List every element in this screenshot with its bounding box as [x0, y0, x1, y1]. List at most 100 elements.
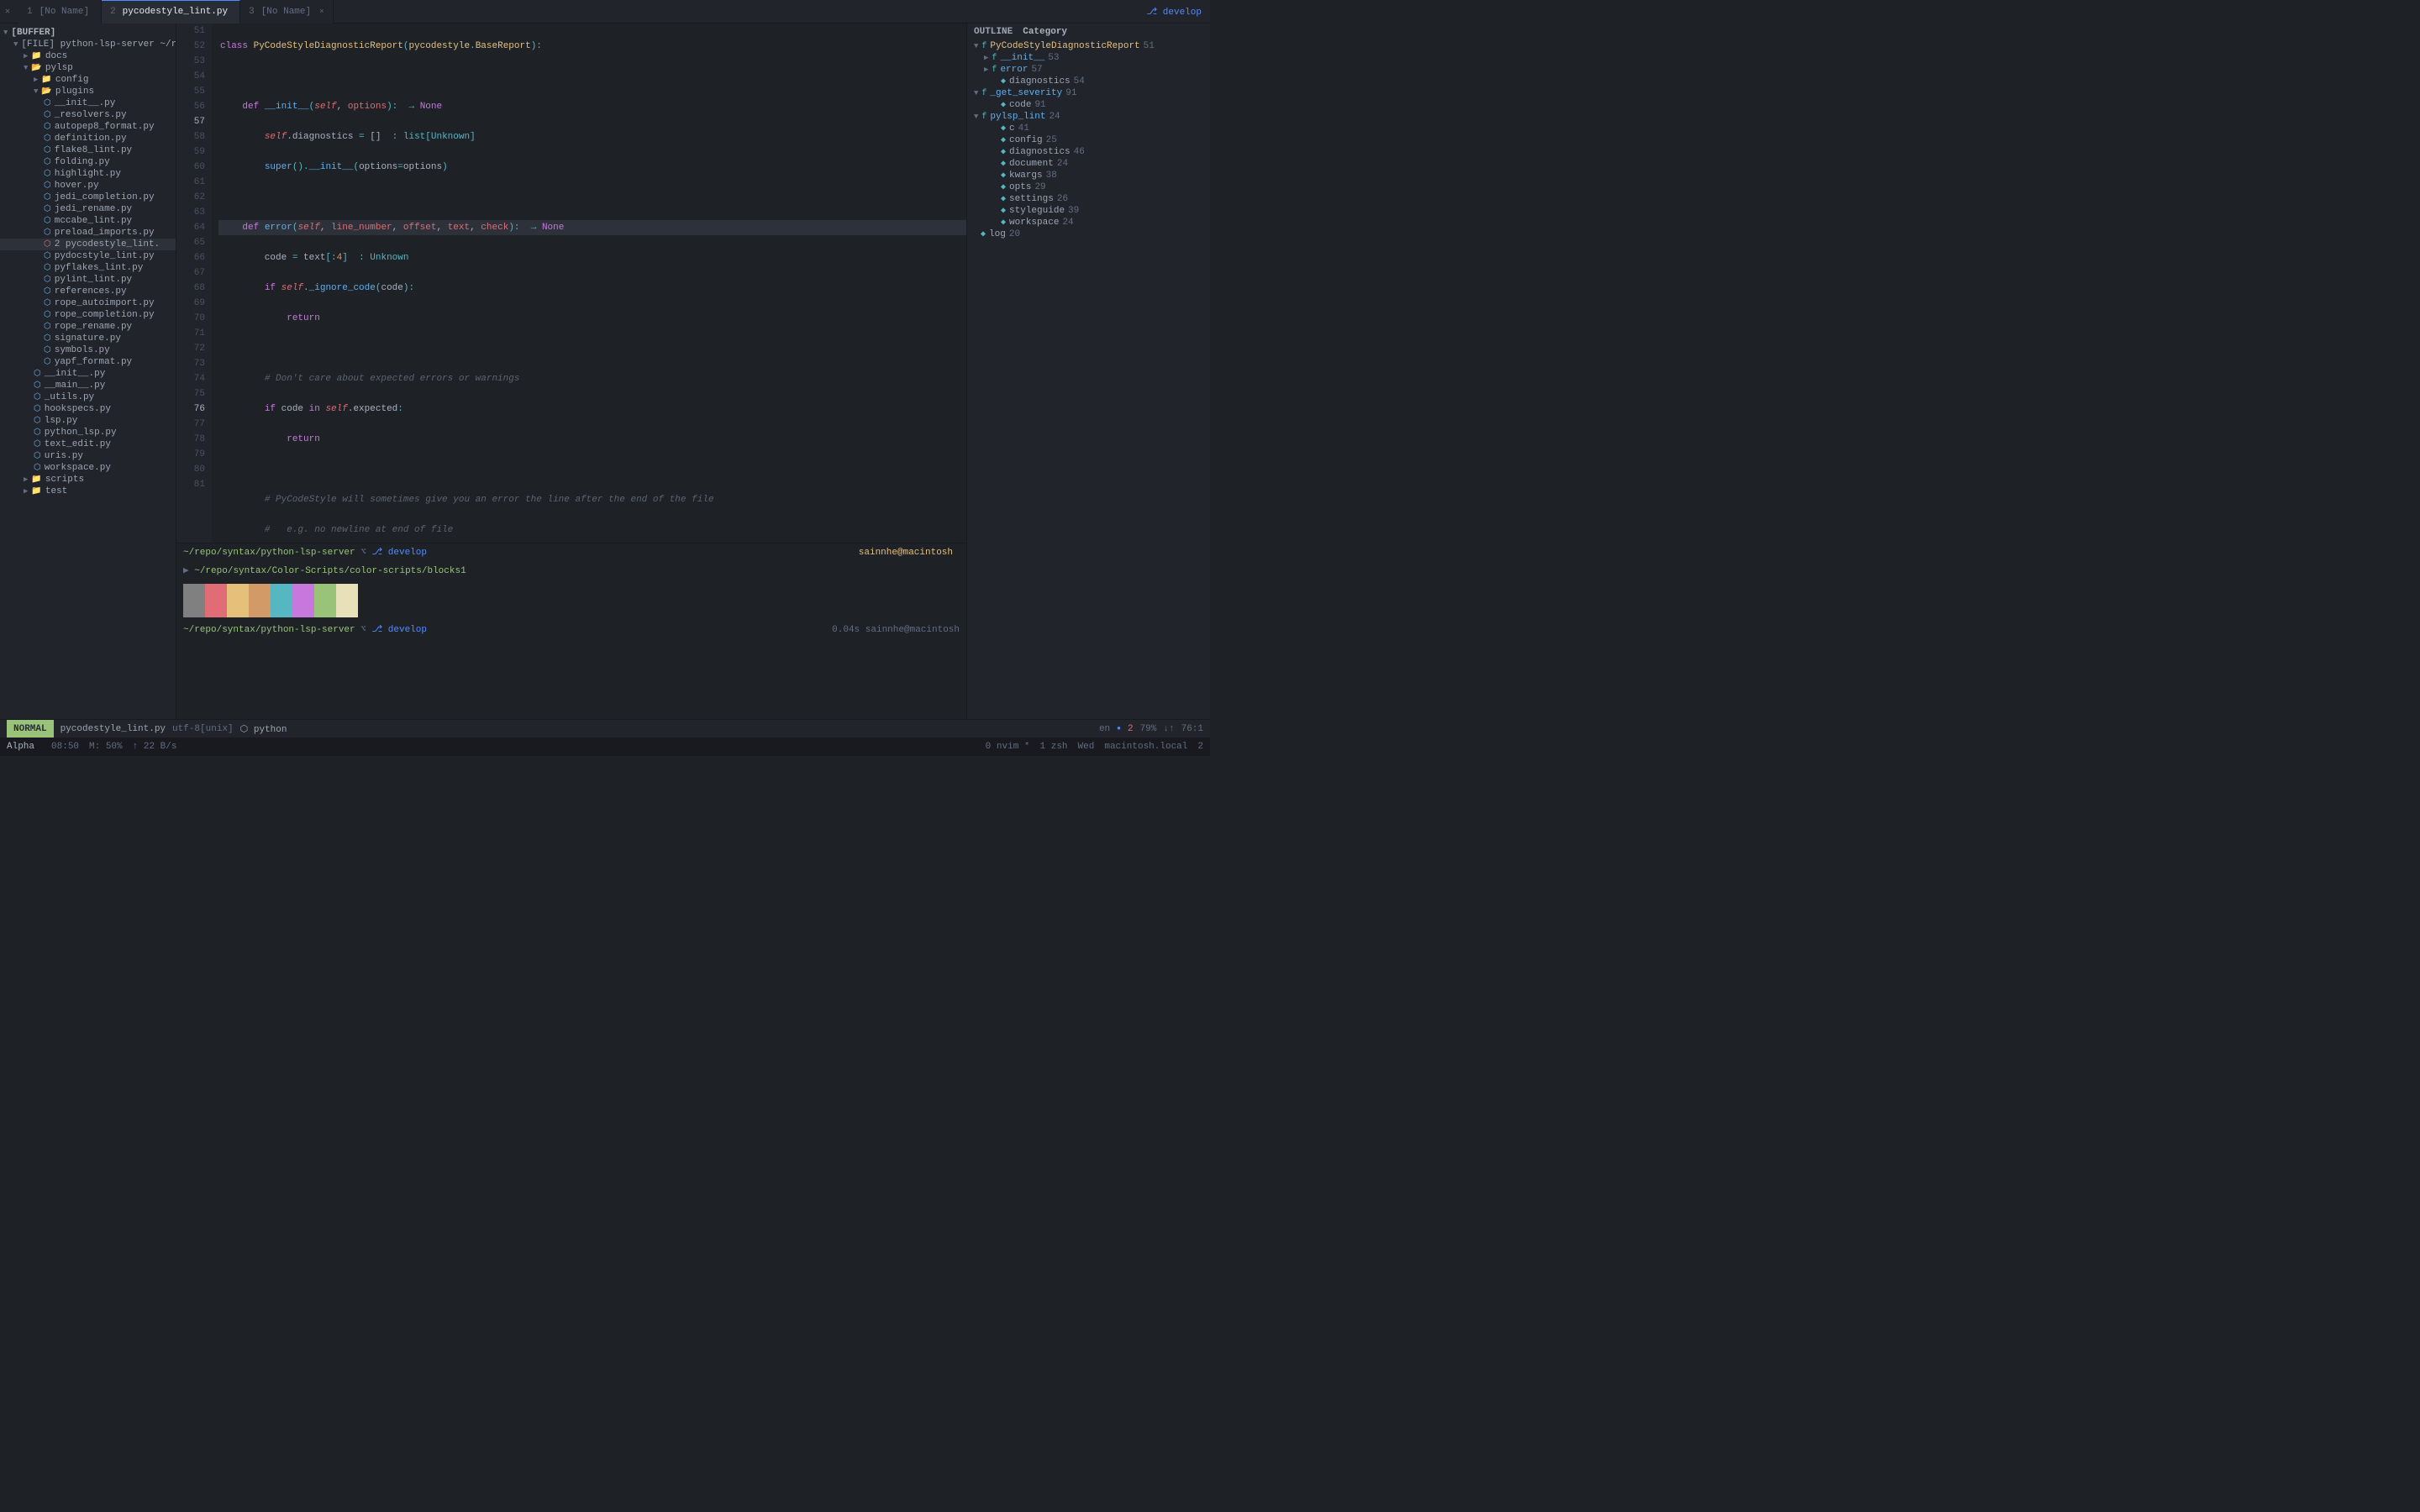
sidebar-config[interactable]: ▶ 📁 config	[0, 74, 176, 86]
outline-item-code[interactable]: ◆ code 91	[967, 99, 1210, 111]
sidebar-text-edit[interactable]: ⬡ text_edit.py	[0, 438, 176, 450]
init-file-icon: ⬡	[44, 98, 51, 108]
outline-type-init: f	[992, 54, 997, 63]
term-branch-1: ⎇	[371, 548, 382, 558]
outline-item-diagnostics2[interactable]: ◆ diagnostics 46	[967, 146, 1210, 158]
sidebar-python-lsp[interactable]: ⬡ python_lsp.py	[0, 427, 176, 438]
session-label: zsh	[1051, 742, 1068, 752]
sidebar-test[interactable]: ▶ 📁 test	[0, 486, 176, 497]
sidebar-pydocstyle[interactable]: ⬡ pydocstyle_lint.py	[0, 250, 176, 262]
code-content[interactable]: class PyCodeStyleDiagnosticReport(pycode…	[212, 24, 966, 543]
outline-item-c[interactable]: ◆ c 41	[967, 123, 1210, 134]
color-block-1	[205, 584, 227, 617]
outline-type-code: ◆	[1001, 100, 1006, 110]
status-dot: ●	[1117, 725, 1121, 732]
code-line-67: # e.g. no newline at end of file	[218, 522, 966, 538]
outline-header: OUTLINE Category	[967, 24, 1210, 40]
sidebar-pylsp[interactable]: ▼ 📂 pylsp	[0, 62, 176, 74]
sidebar-jedi-completion[interactable]: ⬡ jedi_completion.py	[0, 192, 176, 203]
sidebar-highlight[interactable]: ⬡ highlight.py	[0, 168, 176, 180]
sidebar-buffer: ▼ [BUFFER]	[0, 27, 176, 39]
main-layout: ▼ [BUFFER] ▼ [FILE] python-lsp-server ~/…	[0, 24, 1210, 719]
sidebar-hookspecs[interactable]: ⬡ hookspecs.py	[0, 403, 176, 415]
outline-item-log[interactable]: ◆ log 20	[967, 228, 1210, 240]
outline-item-pycode[interactable]: ▼ f PyCodeStyleDiagnosticReport 51	[967, 40, 1210, 52]
outline-name-error: error	[1000, 65, 1028, 75]
code-line-57: def error(self, line_number, offset, tex…	[218, 220, 966, 235]
outline-item-diagnostics[interactable]: ◆ diagnostics 54	[967, 76, 1210, 87]
terminal-line-3: ~/repo/syntax/python-lsp-server ⌥ ⎇ deve…	[176, 621, 966, 639]
rope-autoimport-file-icon: ⬡	[44, 298, 51, 308]
color-blocks	[176, 580, 966, 621]
rope-completion-label: rope_completion.py	[55, 310, 155, 320]
sidebar-jedi-rename[interactable]: ⬡ jedi_rename.py	[0, 203, 176, 215]
references-file-icon: ⬡	[44, 286, 51, 297]
flake8-file-icon: ⬡	[44, 145, 51, 155]
lang-name: python	[254, 725, 287, 735]
outline-name-diag2: diagnostics	[1009, 147, 1071, 157]
sidebar-pylint[interactable]: ⬡ pylint_lint.py	[0, 274, 176, 286]
sidebar-file[interactable]: ▼ [FILE] python-lsp-server ~/r	[0, 39, 176, 50]
sidebar-references[interactable]: ⬡ references.py	[0, 286, 176, 297]
sidebar-definition[interactable]: ⬡ definition.py	[0, 133, 176, 144]
sidebar-scripts[interactable]: ▶ 📁 scripts	[0, 474, 176, 486]
sidebar-pycodestyle[interactable]: ⬡ 2 pycodestyle_lint.	[0, 239, 176, 250]
sidebar-rope-rename[interactable]: ⬡ rope_rename.py	[0, 321, 176, 333]
outline-item-opts[interactable]: ◆ opts 29	[967, 181, 1210, 193]
sidebar-resolvers[interactable]: ⬡ _resolvers.py	[0, 109, 176, 121]
vim-close-icon[interactable]: ✕	[5, 7, 10, 17]
outline-item-workspace[interactable]: ◆ workspace 24	[967, 217, 1210, 228]
tab-3-close-icon[interactable]: ×	[319, 8, 324, 16]
outline-item-settings[interactable]: ◆ settings 26	[967, 193, 1210, 205]
sidebar-preload[interactable]: ⬡ preload_imports.py	[0, 227, 176, 239]
bottom-right: 0 nvim * 1 zsh Wed macintosh.local 2	[986, 742, 1203, 752]
outline-item-document[interactable]: ◆ document 24	[967, 158, 1210, 170]
tab-1-num: 1	[27, 7, 33, 17]
bottom-time: 08:50	[51, 742, 79, 752]
outline-item-styleguide[interactable]: ◆ styleguide 39	[967, 205, 1210, 217]
code-editor[interactable]: 51 52 53 54 55 56 57 58 59 60 61 62 63 6…	[176, 24, 966, 543]
hover-label: hover.py	[55, 181, 99, 191]
sidebar-main[interactable]: ⬡ __main__.py	[0, 380, 176, 391]
tab-2[interactable]: 2 pycodestyle_lint.py	[102, 0, 240, 24]
sidebar-autopep8[interactable]: ⬡ autopep8_format.py	[0, 121, 176, 133]
sidebar-yapf[interactable]: ⬡ yapf_format.py	[0, 356, 176, 368]
sidebar-mccabe[interactable]: ⬡ mccabe_lint.py	[0, 215, 176, 227]
sidebar-signature[interactable]: ⬡ signature.py	[0, 333, 176, 344]
sidebar-folding[interactable]: ⬡ folding.py	[0, 156, 176, 168]
sidebar-symbols[interactable]: ⬡ symbols.py	[0, 344, 176, 356]
init2-label: __init__.py	[45, 369, 106, 379]
outline-name-init: __init__	[1000, 53, 1044, 63]
outline-item-config[interactable]: ◆ config 25	[967, 134, 1210, 146]
init2-file-icon: ⬡	[34, 369, 41, 379]
rope-rename-label: rope_rename.py	[55, 322, 132, 332]
sidebar-docs[interactable]: ▶ 📁 docs	[0, 50, 176, 62]
tab-1[interactable]: 1 [No Name]	[18, 0, 102, 24]
sidebar-uris[interactable]: ⬡ uris.py	[0, 450, 176, 462]
sidebar-lsp[interactable]: ⬡ lsp.py	[0, 415, 176, 427]
sidebar-utils[interactable]: ⬡ _utils.py	[0, 391, 176, 403]
sidebar-hover[interactable]: ⬡ hover.py	[0, 180, 176, 192]
sidebar-workspace[interactable]: ⬡ workspace.py	[0, 462, 176, 474]
outline-item-pylsp[interactable]: ▼ f pylsp_lint 24	[967, 111, 1210, 123]
outline-num-settings: 26	[1057, 194, 1068, 204]
sidebar-init2[interactable]: ⬡ __init__.py	[0, 368, 176, 380]
definition-file-icon: ⬡	[44, 134, 51, 144]
outline-item-error[interactable]: ▶ f error 57	[967, 64, 1210, 76]
sidebar-rope-autoimport[interactable]: ⬡ rope_autoimport.py	[0, 297, 176, 309]
term-user-1: sainnhe@macintosh	[859, 545, 953, 560]
sidebar-pyflakes[interactable]: ⬡ pyflakes_lint.py	[0, 262, 176, 274]
pylsp-label: pylsp	[45, 63, 73, 73]
sidebar-rope-completion[interactable]: ⬡ rope_completion.py	[0, 309, 176, 321]
sidebar-plugins[interactable]: ▼ 📂 plugins	[0, 86, 176, 97]
outline-item-init[interactable]: ▶ f __init__ 53	[967, 52, 1210, 64]
main-label: __main__.py	[45, 381, 106, 391]
outline-name-diag: diagnostics	[1009, 76, 1071, 87]
sidebar-flake8[interactable]: ⬡ flake8_lint.py	[0, 144, 176, 156]
outline-item-kwargs[interactable]: ◆ kwargs 38	[967, 170, 1210, 181]
outline-item-severity[interactable]: ▼ f _get_severity 91	[967, 87, 1210, 99]
sidebar-init-py[interactable]: ⬡ __init__.py	[0, 97, 176, 109]
pycodestyle-file-icon: ⬡	[44, 239, 51, 249]
tab-3[interactable]: 3 [No Name] ×	[240, 0, 333, 24]
color-block-0	[183, 584, 205, 617]
